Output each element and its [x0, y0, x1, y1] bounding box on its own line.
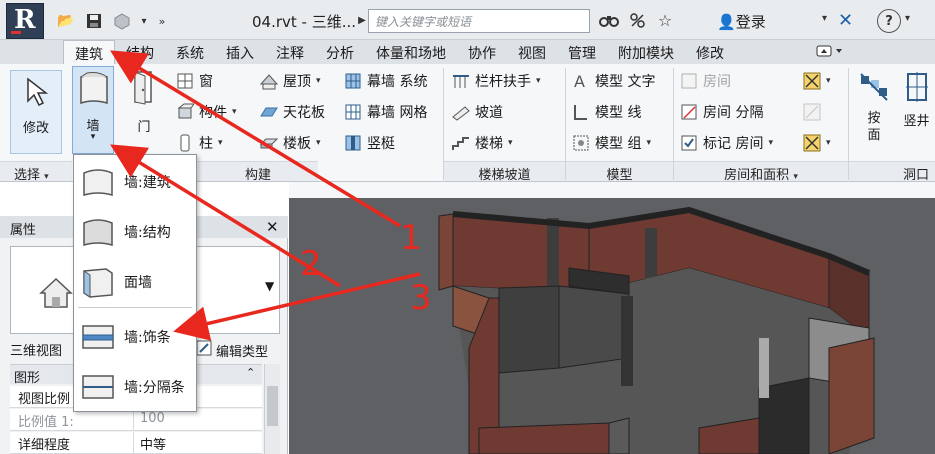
annotation-number-1: 1: [400, 218, 422, 258]
annotation-number-2: 2: [300, 244, 322, 284]
annotation-arrows: [110, 50, 421, 341]
annotation-number-3: 3: [410, 278, 432, 318]
arrow-1: [110, 50, 401, 228]
